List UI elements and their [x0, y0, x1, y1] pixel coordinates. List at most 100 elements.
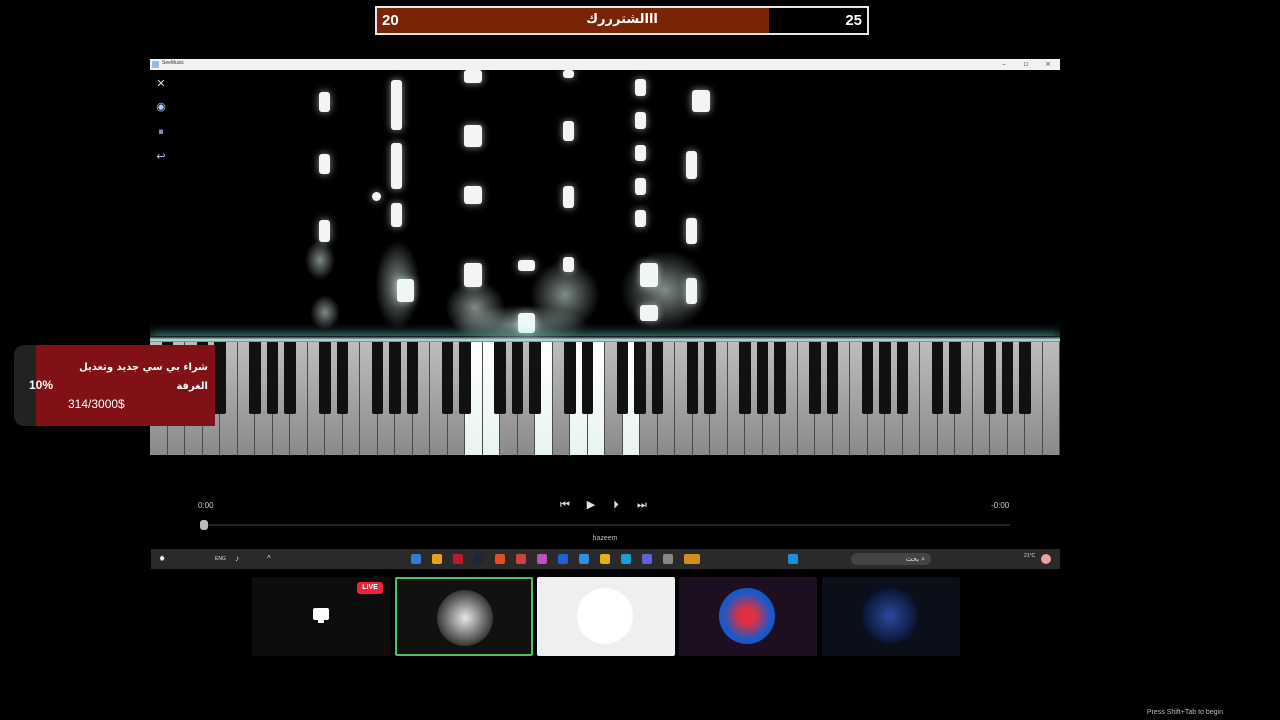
avatar [862, 588, 918, 644]
skip-forward-icon[interactable]: ⏭ [634, 497, 650, 513]
falling-note [563, 186, 574, 208]
progress-knob[interactable] [200, 520, 208, 530]
piano-black-key [564, 342, 576, 414]
maximize-button[interactable]: ▫ [1015, 59, 1037, 70]
piano-black-key [319, 342, 331, 414]
falling-note [518, 260, 535, 271]
piano-black-key [896, 342, 909, 414]
app-icon[interactable] [411, 554, 421, 564]
folder-icon[interactable] [600, 554, 610, 564]
falling-note [635, 112, 646, 129]
piano-black-key [949, 342, 961, 414]
footer-hint: Press Shift+Tab to begin [1146, 709, 1223, 716]
windows-taskbar: ⌚ ENG ♪ ^ ⌕ بحث 21°C [151, 549, 1060, 569]
clock-widget: ⌚ [159, 556, 166, 562]
falling-note [563, 121, 574, 141]
close-icon[interactable]: ✕ [154, 77, 168, 91]
falling-note [635, 178, 646, 195]
piano-black-key [511, 342, 524, 414]
piano-black-key [931, 342, 944, 414]
piano-black-key [756, 342, 769, 414]
widgets-icon[interactable] [684, 554, 700, 564]
falling-note [319, 154, 330, 174]
eye-icon[interactable]: ◉ [154, 100, 168, 114]
app-icon[interactable] [579, 554, 589, 564]
app-icon[interactable] [663, 554, 673, 564]
piano-black-key [459, 342, 471, 414]
avatar [577, 588, 633, 644]
falling-note [686, 218, 697, 244]
window-title: SeeMusic [162, 60, 184, 66]
search-label: بحث [905, 555, 919, 563]
app-icon[interactable] [558, 554, 568, 564]
falling-note [319, 220, 330, 242]
piano-black-key [266, 342, 279, 414]
search-icon: ⌕ بحث [905, 555, 925, 563]
donation-title: شراء بي سي جديد وتعديل الغرفة [79, 362, 208, 392]
app-icon[interactable] [453, 554, 463, 564]
piano-black-key [879, 342, 891, 414]
progress-track[interactable] [202, 524, 1010, 526]
score-bar-title: ااالشترررك [586, 12, 658, 27]
falling-note [635, 145, 646, 161]
monitor-stand [318, 620, 324, 623]
piano-black-key [371, 342, 384, 414]
app-icon[interactable] [537, 554, 547, 564]
piano-black-key [494, 342, 506, 414]
donation-amount: 314/3000$ [68, 397, 125, 411]
play-icon[interactable]: ▶ [583, 497, 599, 513]
piano-black-key [809, 342, 821, 414]
mic-icon[interactable]: ♪ [235, 554, 239, 563]
donation-goal: 10% شراء بي سي جديد وتعديل الغرفة 314/30… [14, 345, 215, 426]
tile-participant[interactable] [537, 577, 675, 656]
piano-black-key [739, 342, 751, 414]
piano-black-key [774, 342, 786, 414]
weather-widget[interactable]: 21°C [1024, 553, 1035, 559]
piano-black-key [984, 342, 996, 414]
particle-spark [310, 295, 340, 330]
skip-back-icon[interactable]: ⏮ [557, 497, 573, 513]
tile-participant[interactable] [679, 577, 817, 656]
falling-note [686, 151, 697, 179]
app-icon[interactable] [516, 554, 526, 564]
piano-black-key [284, 342, 296, 414]
falling-note [635, 210, 646, 227]
piano-black-key [406, 342, 419, 414]
piano-black-key [581, 342, 594, 414]
chevron-up-icon[interactable]: ^ [267, 554, 271, 563]
app-icon [152, 61, 159, 68]
falling-note [464, 70, 482, 83]
tile-participant[interactable] [822, 577, 960, 656]
windows-icon[interactable] [788, 554, 798, 564]
back-icon[interactable]: ↩ [154, 150, 168, 164]
falling-note [391, 143, 402, 189]
steam-icon[interactable] [474, 554, 484, 564]
piano-black-key [861, 342, 874, 414]
seemusic-window: SeeMusic – ▫ × ✕ ◉ ⏸ ↩ 0:00 ⏮ ▶ ⏵ ⏭ -0:0… [150, 59, 1060, 571]
piano-white-key [1042, 342, 1060, 455]
window-close-button[interactable]: × [1037, 59, 1059, 70]
weather-icon[interactable] [1041, 554, 1051, 564]
particle-spark [375, 240, 420, 330]
piano-black-key [651, 342, 664, 414]
step-forward-icon[interactable]: ⏵ [608, 497, 624, 513]
falling-note [464, 125, 482, 147]
stream-caption: hazeem [592, 535, 618, 542]
piano-black-key [529, 342, 541, 414]
app-icon[interactable] [432, 554, 442, 564]
taskbar-search[interactable]: ⌕ بحث [851, 553, 931, 565]
piano-black-key [826, 342, 839, 414]
app-icon[interactable] [642, 554, 652, 564]
piano-black-key [389, 342, 401, 414]
edge-icon[interactable] [621, 554, 631, 564]
pause-icon[interactable]: ⏸ [154, 125, 168, 139]
falling-note [391, 203, 402, 227]
right-score: 25 [845, 12, 862, 29]
piano-black-key [634, 342, 646, 414]
piano-black-key [616, 342, 629, 414]
tile-participant-active[interactable] [395, 577, 533, 656]
language-indicator[interactable]: ENG [215, 556, 226, 562]
avatar [437, 590, 493, 646]
minimize-button[interactable]: – [993, 59, 1015, 70]
brave-icon[interactable] [495, 554, 505, 564]
